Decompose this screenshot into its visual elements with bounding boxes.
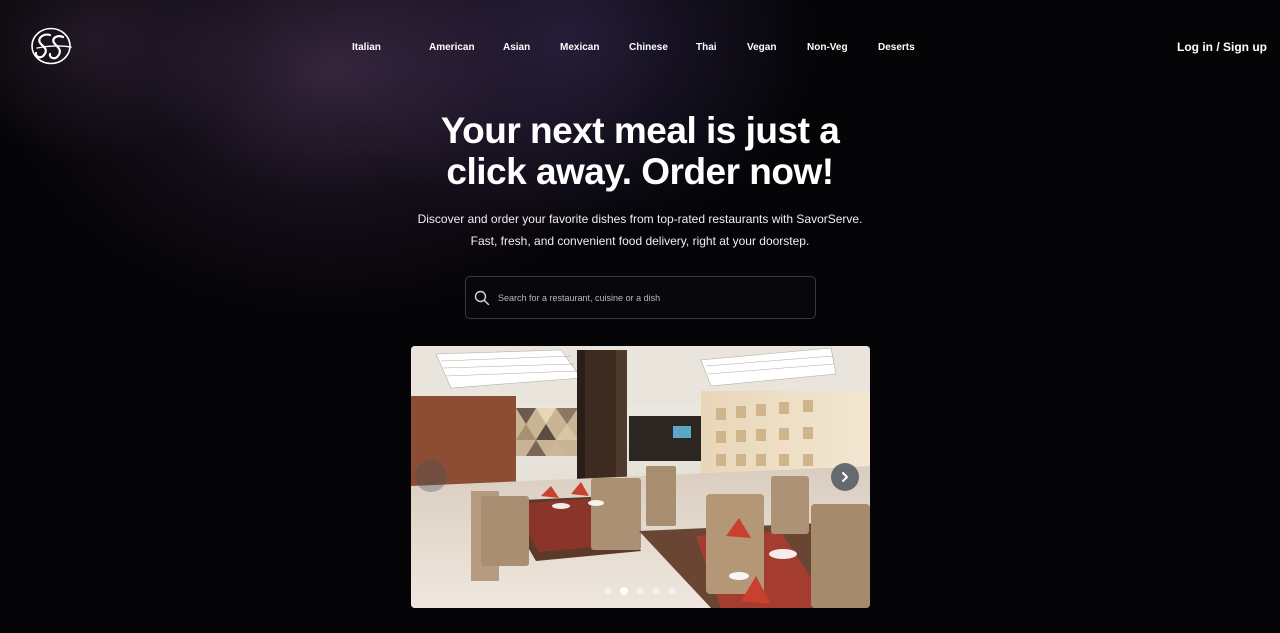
carousel-indicators — [604, 587, 676, 595]
search-bar[interactable] — [465, 276, 816, 319]
nav-link-american[interactable]: American — [429, 42, 503, 53]
chevron-right-icon — [842, 472, 848, 482]
hero-subtitle-line-1: Discover and order your favorite dishes … — [417, 212, 863, 226]
search-input[interactable] — [498, 287, 798, 308]
carousel-dot-1[interactable] — [604, 587, 612, 595]
carousel-next-button[interactable] — [831, 463, 859, 491]
hero-subtitle-line-2: Fast, fresh, and convenient food deliver… — [470, 234, 810, 248]
navbar: Italian American Asian Mexican Chinese T… — [0, 0, 1280, 92]
nav-link-italian[interactable]: Italian — [352, 42, 429, 53]
nav-link-asian[interactable]: Asian — [503, 42, 560, 53]
cuisine-nav: Italian American Asian Mexican Chinese T… — [352, 40, 915, 54]
brand-logo-icon[interactable] — [31, 27, 73, 65]
restaurant-interior-image — [411, 346, 870, 608]
nav-link-deserts[interactable]: Deserts — [878, 42, 915, 53]
nav-link-chinese[interactable]: Chinese — [629, 42, 696, 53]
restaurant-carousel — [411, 346, 870, 608]
hero-subtitle: Discover and order your favorite dishes … — [340, 208, 940, 252]
carousel-dot-4[interactable] — [652, 587, 660, 595]
carousel-dot-2[interactable] — [620, 587, 628, 595]
search-icon — [474, 290, 490, 305]
hero-title-line-1: Your next meal is just a — [440, 110, 840, 151]
nav-link-non-veg[interactable]: Non-Veg — [807, 42, 878, 53]
nav-link-vegan[interactable]: Vegan — [747, 42, 807, 53]
carousel-dot-3[interactable] — [636, 587, 644, 595]
login-signup-link[interactable]: Log in / Sign up — [1177, 40, 1267, 54]
hero-title: Your next meal is just a click away. Ord… — [340, 110, 940, 192]
carousel-prev-button[interactable] — [415, 460, 447, 492]
nav-link-mexican[interactable]: Mexican — [560, 42, 629, 53]
nav-link-thai[interactable]: Thai — [696, 42, 747, 53]
carousel-dot-5[interactable] — [668, 587, 676, 595]
hero-title-line-2: click away. Order now! — [446, 151, 834, 192]
